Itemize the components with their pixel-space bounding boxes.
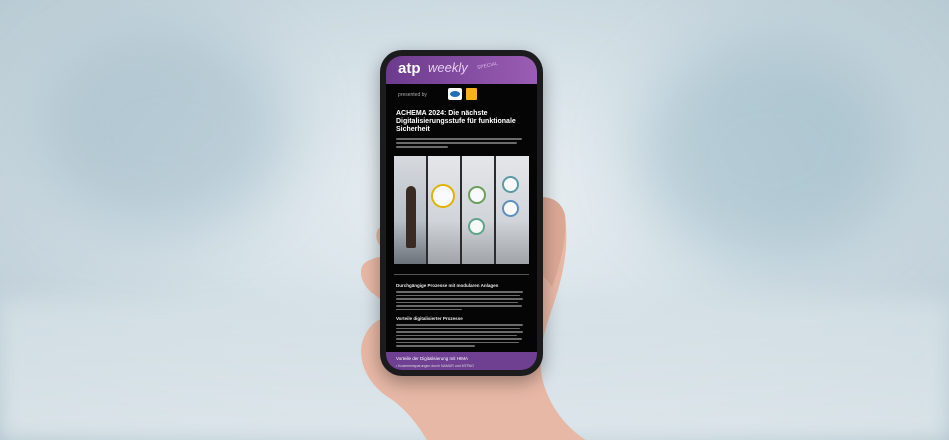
- person-silhouette: [406, 186, 416, 248]
- divider: [394, 274, 529, 275]
- benefits-title: Vorteile der Digitalisierung mit HIMA: [396, 356, 469, 361]
- sponsor-label: presented by: [398, 92, 427, 98]
- section1-heading: Durchgängige Prozesse mit modularen Anla…: [396, 283, 499, 288]
- sponsor-logo-blue: [448, 88, 462, 100]
- sponsor-bar: presented by: [386, 84, 537, 106]
- intro-text: [386, 138, 537, 148]
- brand-suffix: weekly: [428, 60, 468, 75]
- phone-screen: atp weekly SPECIAL presented by ACHEMA 2…: [386, 56, 537, 370]
- section2-heading: Vorteile digitalisierter Prozesse: [396, 316, 463, 321]
- benefits-box: Vorteile der Digitalisierung mit HIMA • …: [386, 352, 537, 370]
- section1-text: [386, 291, 537, 310]
- hero-image: [394, 156, 529, 264]
- sponsor-logo-yellow: [466, 88, 477, 100]
- background-blur-left: [40, 30, 290, 230]
- benefits-item: • Kosteneinsparungen durch NAMUR und MTP…: [396, 364, 474, 368]
- newsletter-header: atp weekly SPECIAL: [386, 56, 537, 84]
- smartphone: atp weekly SPECIAL presented by ACHEMA 2…: [380, 50, 543, 376]
- special-badge: SPECIAL: [476, 60, 499, 72]
- background-blur-right: [640, 40, 900, 260]
- article-headline: ACHEMA 2024: Die nächste Digitalisierung…: [396, 110, 516, 133]
- section2-text: [386, 324, 537, 347]
- brand-logo: atp: [398, 60, 421, 77]
- photo-scene: atp weekly SPECIAL presented by ACHEMA 2…: [0, 0, 949, 440]
